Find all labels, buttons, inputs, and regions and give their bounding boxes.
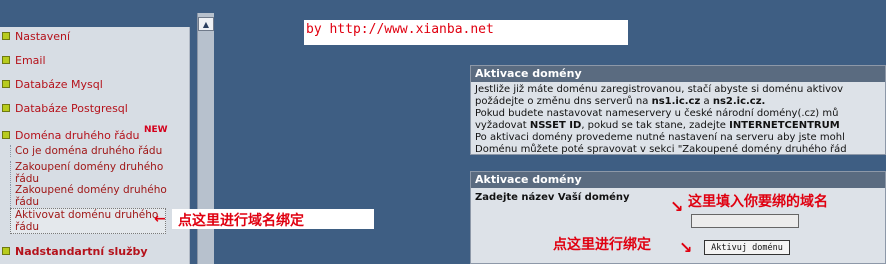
sidebar-item-label: Email bbox=[15, 53, 46, 67]
arrow-left-icon: ← bbox=[154, 211, 166, 227]
button-annotation: 点这里进行绑定 bbox=[553, 237, 651, 253]
domain-input[interactable] bbox=[691, 214, 799, 228]
sub-item-aktivovat[interactable]: Aktivovat doménu druhého řádu bbox=[10, 208, 166, 234]
bullet-icon bbox=[2, 131, 10, 139]
watermark-box: by http://www.xianba.net bbox=[304, 20, 628, 45]
sidebar-item-label: Databáze Mysql bbox=[15, 77, 103, 91]
watermark-text: by http://www.xianba.net bbox=[306, 22, 494, 37]
info-line: Jestliže již máte doménu zaregistrovanou… bbox=[475, 84, 844, 95]
bullet-icon bbox=[2, 56, 10, 64]
info-dns2: ns2.ic.cz. bbox=[712, 96, 766, 107]
sidebar-item-label: Databáze Postgresql bbox=[15, 101, 128, 115]
panel-title: Aktivace domény bbox=[471, 172, 885, 188]
scroll-up-arrow-icon[interactable]: ▲ bbox=[198, 17, 214, 31]
info-line: Po aktivaci domény provedeme nutné nasta… bbox=[475, 132, 845, 143]
activation-form-panel: Aktivace domény Zadejte název Vaší domén… bbox=[470, 171, 886, 264]
new-badge: NEW bbox=[144, 125, 168, 135]
activate-domain-button[interactable]: Aktivuj doménu bbox=[704, 240, 790, 255]
sidebar-item-mysql[interactable]: Databáze Mysql bbox=[2, 77, 103, 91]
sub-item-zakoupeni[interactable]: Zakoupení domény druhého řádu bbox=[10, 161, 185, 185]
info-text: , pokud se tak stane, zadejte bbox=[581, 120, 726, 131]
info-line: vyžadovat NSSET ID, pokud se tak stane, … bbox=[475, 120, 840, 132]
sidebar-item-label: Nastavení bbox=[15, 29, 71, 43]
activation-info-panel: Aktivace domény Jestliže již máte doménu… bbox=[470, 65, 886, 155]
sidebar-item-email[interactable]: Email bbox=[2, 53, 46, 67]
bullet-icon bbox=[2, 32, 10, 40]
sidebar-annotation: 点这里进行域名绑定 bbox=[178, 213, 304, 229]
info-internetcentrum: INTERNETCENTRUM bbox=[729, 120, 840, 131]
bullet-icon bbox=[2, 80, 10, 88]
sidebar-item-label: Doména druhého řádu bbox=[15, 128, 140, 142]
sidebar-item-nastaveni[interactable]: Nastavení bbox=[2, 29, 70, 43]
info-text: a bbox=[703, 96, 710, 107]
bullet-icon bbox=[2, 104, 10, 112]
info-line: Doménu můžete poté spravovat v sekci "Za… bbox=[475, 144, 847, 155]
info-dns1: ns1.ic.cz bbox=[651, 96, 701, 107]
info-line: požádejte o změnu dns serverů na ns1.ic.… bbox=[475, 96, 765, 108]
arrow-down-icon: ↘ bbox=[670, 197, 684, 216]
bullet-icon bbox=[2, 247, 10, 255]
sidebar-menu: Nastavení Email Databáze Mysql Databáze … bbox=[0, 27, 190, 264]
info-line: Pokud budete nastavovat nameservery u če… bbox=[475, 108, 839, 119]
input-annotation: 这里填入你要绑的域名 bbox=[688, 194, 828, 210]
info-text: vyžadovat bbox=[475, 120, 527, 131]
info-nsset: NSSET ID bbox=[529, 120, 582, 131]
info-text: požádejte o změnu dns serverů na bbox=[475, 96, 649, 107]
sidebar-item-postgresql[interactable]: Databáze Postgresql bbox=[2, 101, 128, 115]
arrow-right-icon: ↘ bbox=[679, 238, 693, 257]
sidebar-item-domena[interactable]: Doména druhého řádu bbox=[2, 128, 140, 142]
sidebar-item-nadstandartni[interactable]: Nadstandartní služby bbox=[2, 244, 148, 258]
sub-item-zakoupene[interactable]: Zakoupené domény druhého řádu bbox=[10, 184, 185, 208]
panel-title: Aktivace domény bbox=[471, 66, 885, 82]
sub-item-co-je[interactable]: Co je doména druhého řádu bbox=[10, 145, 185, 157]
domain-field-label: Zadejte název Vaší domény bbox=[475, 192, 630, 203]
sidebar-item-label: Nadstandartní služby bbox=[15, 244, 148, 258]
